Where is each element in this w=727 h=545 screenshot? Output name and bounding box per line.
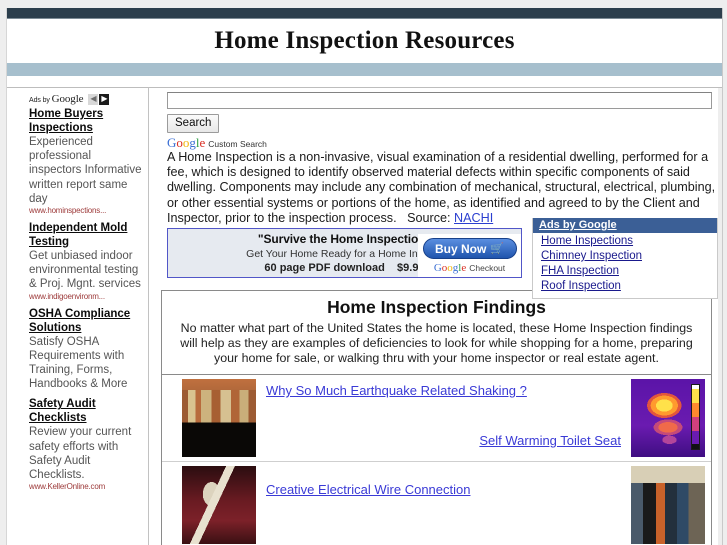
google-custom-search-brand: Google Custom Search <box>167 135 712 150</box>
source-label: Source: <box>407 210 451 225</box>
sidebar-ads-header: Ads by Google ◀ ▶ <box>7 92 148 107</box>
sidebar-ad-3[interactable]: OSHA Compliance Solutions Satisfy OSHA R… <box>7 307 148 398</box>
sidebar-ad-1-desc: Experienced professional inspectors Info… <box>29 136 142 205</box>
sidebar-ad-3-desc: Satisfy OSHA Requirements with Training,… <box>29 335 128 391</box>
findings-panel: Home Inspection Findings No matter what … <box>161 290 712 545</box>
sidebar-ads-column: Ads by Google ◀ ▶ Home Buyers Inspection… <box>7 87 149 545</box>
source-link-nachi[interactable]: NACHI <box>454 211 493 225</box>
page-title: Home Inspection Resources <box>214 27 515 54</box>
garage-clutter-photo-thumbnail[interactable] <box>631 466 705 545</box>
right-ads-header: Ads by Google <box>533 218 717 233</box>
ads-by-google-label: Ads by Google <box>29 93 84 105</box>
sidebar-ad-2-desc: Get unbiased indoor environmental testin… <box>29 250 141 291</box>
shopping-cart-icon: 🛒 <box>490 243 505 256</box>
promo-product-desc: 60 page PDF download <box>264 262 385 275</box>
finding-link-self-warming-toilet-seat[interactable]: Self Warming Toilet Seat <box>479 433 621 448</box>
ads-nav-arrows[interactable]: ◀ ▶ <box>88 93 110 105</box>
search-input[interactable] <box>167 91 712 109</box>
body-columns: Ads by Google ◀ ▶ Home Buyers Inspection… <box>7 87 722 545</box>
search-button[interactable]: Search <box>167 114 220 133</box>
sidebar-ad-4[interactable]: Safety Audit Checklists Review your curr… <box>7 397 148 497</box>
findings-header: Home Inspection Findings No matter what … <box>162 291 711 376</box>
findings-subtitle: No matter what part of the United States… <box>180 321 693 366</box>
thermal-toilet-photo-thumbnail[interactable] <box>631 379 705 458</box>
checkout-label: Checkout <box>469 263 506 274</box>
sidebar-ad-4-title[interactable]: Safety Audit Checklists <box>29 397 142 425</box>
promo-banner-ad[interactable]: "Survive the Home Inspection" Get Your H… <box>167 228 522 279</box>
buy-now-button[interactable]: Buy Now 🛒 <box>422 238 517 260</box>
chevron-right-icon[interactable]: ▶ <box>99 93 110 105</box>
right-ads-panel: Ads by Google Home Inspections Chimney I… <box>532 218 718 299</box>
sidebar-ad-3-title[interactable]: OSHA Compliance Solutions <box>29 307 142 335</box>
findings-title: Home Inspection Findings <box>327 297 546 318</box>
sidebar-ad-2-url: www.indigoenvironm... <box>29 291 105 301</box>
crawlspace-photo-thumbnail[interactable] <box>182 379 256 458</box>
page-right-edge <box>718 88 722 545</box>
google-checkout-logo-icon: Google <box>433 262 467 275</box>
intro-paragraph: A Home Inspection is a non-invasive, vis… <box>149 150 722 226</box>
sidebar-ad-2[interactable]: Independent Mold Testing Get unbiased in… <box>7 221 148 307</box>
google-checkout-block: Buy Now 🛒 Google Checkout <box>418 234 521 278</box>
sidebar-ad-1[interactable]: Home Buyers Inspections Experienced prof… <box>7 107 148 221</box>
sidebar-ad-2-title[interactable]: Independent Mold Testing <box>29 221 142 249</box>
accent-blue-bar <box>7 63 722 76</box>
findings-row-1-links: Why So Much Earthquake Related Shaking ?… <box>256 379 631 457</box>
page-root: Home Inspection Resources Ads by Google … <box>0 0 727 545</box>
google-logo-icon: Google <box>167 135 206 150</box>
sidebar-ad-4-desc: Review your current safety efforts with … <box>29 426 132 482</box>
chevron-left-icon[interactable]: ◀ <box>88 93 99 105</box>
buy-now-label: Buy Now <box>434 241 487 256</box>
sidebar-ad-1-url: www.hominspections... <box>29 206 107 216</box>
electrical-wire-photo-thumbnail[interactable] <box>182 466 256 545</box>
findings-row-1: Why So Much Earthquake Related Shaking ?… <box>162 375 711 463</box>
finding-link-earthquake-shaking[interactable]: Why So Much Earthquake Related Shaking ? <box>266 383 527 398</box>
custom-search-label: Custom Search <box>208 139 267 149</box>
site-title-band: Home Inspection Resources <box>7 19 722 63</box>
browser-page-frame: Home Inspection Resources Ads by Google … <box>6 8 723 545</box>
search-area: Search Google Custom Search <box>149 88 722 150</box>
checkout-brand: Google Checkout <box>434 262 505 274</box>
right-ad-link-roof-inspection[interactable]: Roof Inspection <box>533 278 717 293</box>
sidebar-ad-4-url: www.KellerOnline.com <box>29 482 106 492</box>
top-navy-bar <box>7 8 722 19</box>
finding-link-creative-electrical-wire-connection[interactable]: Creative Electrical Wire Connection <box>266 482 470 497</box>
findings-row-2-links: Creative Electrical Wire Connection <box>256 466 631 544</box>
header-spacer <box>7 76 722 87</box>
sidebar-ad-1-title[interactable]: Home Buyers Inspections <box>29 107 142 135</box>
main-content-column: Search Google Custom Search A Home Inspe… <box>149 87 722 545</box>
findings-row-2: Creative Electrical Wire Connection <box>162 462 711 545</box>
right-ad-link-home-inspections[interactable]: Home Inspections <box>533 233 717 248</box>
right-ad-link-chimney-inspection[interactable]: Chimney Inspection <box>533 248 717 263</box>
right-ad-link-fha-inspection[interactable]: FHA Inspection <box>533 263 717 278</box>
